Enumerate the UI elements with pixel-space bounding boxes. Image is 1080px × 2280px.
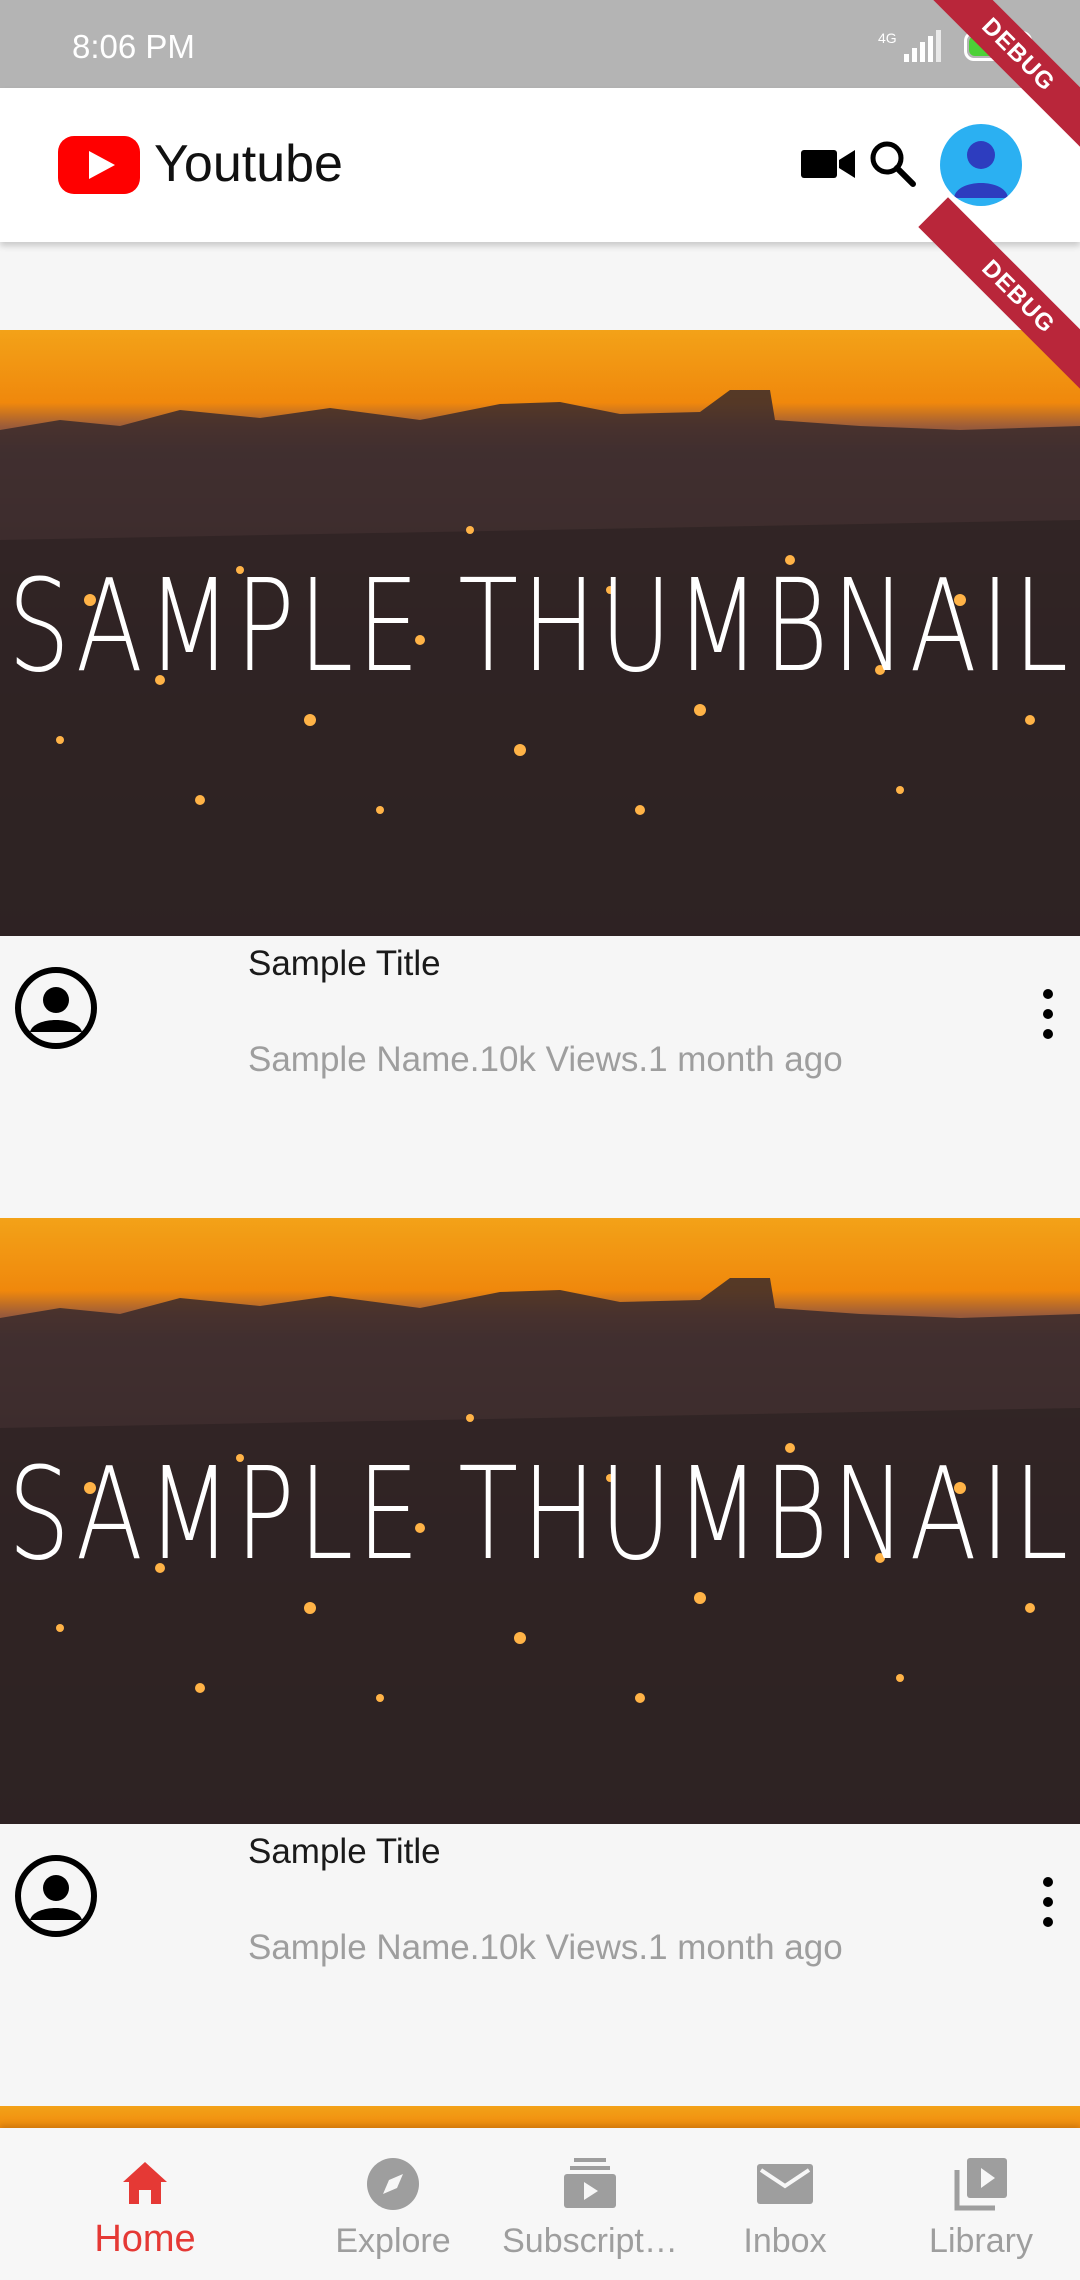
- signal-icon: 4G: [878, 28, 946, 64]
- nav-label: Subscript…: [502, 2222, 678, 2260]
- video-title[interactable]: Sample Title: [248, 1832, 441, 1872]
- video-title[interactable]: Sample Title: [248, 944, 441, 984]
- nav-label: Explore: [335, 2222, 451, 2260]
- video-card[interactable]: SAMPLE THUMBNAIL Sample Title Sample Nam…: [0, 330, 1080, 1136]
- account-avatar[interactable]: [940, 124, 1022, 206]
- nav-library[interactable]: Library: [906, 2128, 1056, 2280]
- nav-label: Home: [94, 2218, 196, 2260]
- library-icon: [954, 2158, 1007, 2211]
- video-thumbnail[interactable]: SAMPLE THUMBNAIL: [0, 1218, 1080, 1824]
- video-card[interactable]: SAMPLE THUMBNAIL Sample Title Sample Nam…: [0, 1218, 1080, 2024]
- video-meta: Sample Name.10k Views.1 month ago: [248, 1928, 843, 1967]
- nav-inbox[interactable]: Inbox: [710, 2128, 860, 2280]
- video-meta: Sample Name.10k Views.1 month ago: [248, 1040, 843, 1079]
- app-title: Youtube: [154, 135, 343, 193]
- channel-avatar-icon[interactable]: [14, 966, 98, 1050]
- youtube-logo-icon: [58, 136, 140, 194]
- mail-icon: [757, 2164, 813, 2204]
- search-icon[interactable]: [867, 138, 917, 188]
- next-video-thumbnail[interactable]: [0, 2106, 1080, 2130]
- status-time: 8:06 PM: [72, 28, 195, 65]
- channel-avatar-icon[interactable]: [14, 1854, 98, 1938]
- subscriptions-icon: [564, 2158, 616, 2208]
- network-type: 4G: [878, 30, 897, 46]
- nav-home[interactable]: Home: [70, 2128, 220, 2280]
- nav-label: Library: [929, 2222, 1033, 2260]
- status-bar: 8:06 PM 4G 76: [0, 0, 1080, 88]
- more-options-icon[interactable]: [1030, 984, 1066, 1044]
- nav-subscriptions[interactable]: Subscript…: [500, 2128, 680, 2280]
- video-info: Sample Title Sample Name.10k Views.1 mon…: [0, 936, 1080, 1136]
- person-icon: [954, 141, 1008, 198]
- compass-icon: [367, 2158, 419, 2210]
- home-icon: [123, 2162, 167, 2204]
- video-thumbnail[interactable]: SAMPLE THUMBNAIL: [0, 330, 1080, 936]
- bottom-navigation: Home Explore Subscript… Inbox Library: [0, 2128, 1080, 2280]
- video-info: Sample Title Sample Name.10k Views.1 mon…: [0, 1824, 1080, 2024]
- app-bar: Youtube: [0, 88, 1080, 242]
- nav-label: Inbox: [743, 2222, 827, 2260]
- thumbnail-text: SAMPLE THUMBNAIL: [7, 552, 1073, 702]
- thumbnail-text: SAMPLE THUMBNAIL: [7, 1440, 1073, 1590]
- more-options-icon[interactable]: [1030, 1872, 1066, 1932]
- nav-explore[interactable]: Explore: [318, 2128, 468, 2280]
- video-camera-icon[interactable]: [801, 146, 855, 182]
